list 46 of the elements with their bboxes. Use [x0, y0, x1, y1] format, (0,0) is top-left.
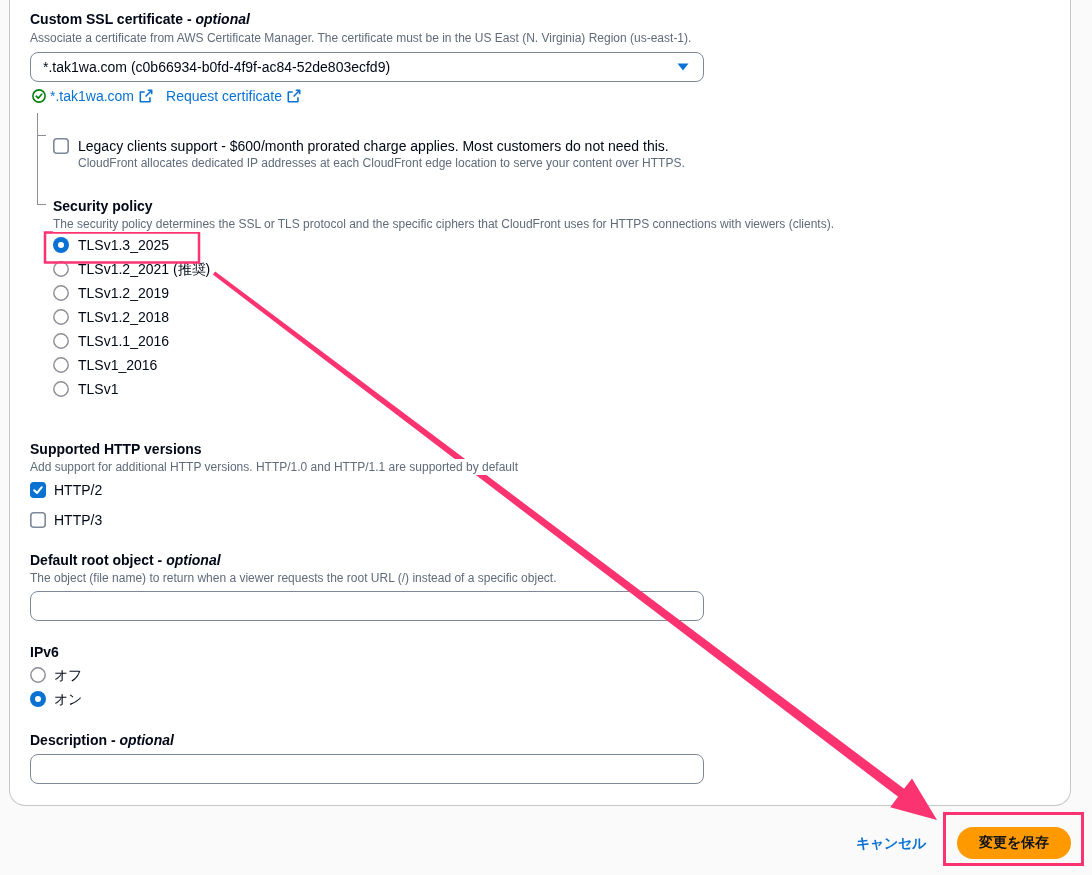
radio-button[interactable]: [53, 309, 69, 325]
field-label: Description - optional: [30, 731, 174, 749]
radio-label: TLSv1.3_2025: [78, 236, 170, 254]
option-description: CloudFront allocates dedicated IP addresses at each CloudFront edge location to serve your content over HTTPS.: [78, 155, 685, 171]
field-description: Associate a certificate from AWS Certificate Manager. The certificate must be in the US East (N. Virginia) Region (us-east-1).: [30, 30, 692, 46]
checkbox-label: HTTP/2: [54, 481, 103, 499]
certificate-link[interactable]: *.tak1wa.com: [50, 87, 154, 105]
radio-button[interactable]: [30, 691, 46, 707]
caret-down-icon: [677, 63, 689, 71]
cancel-button[interactable]: キャンセル: [856, 834, 926, 852]
radio-label: TLSv1: [78, 380, 119, 398]
radio-label: オン: [54, 690, 82, 708]
checkbox[interactable]: [30, 482, 46, 498]
radio-label: TLSv1.2_2019: [78, 284, 170, 302]
radio-button[interactable]: [30, 667, 46, 683]
field-description: The object (file name) to return when a viewer requests the root URL (/) instead of a specific object.: [30, 570, 557, 586]
field-label: IPv6: [30, 643, 59, 661]
radio-label: TLSv1.2_2018: [78, 308, 170, 326]
text-input[interactable]: [30, 754, 704, 784]
radio-button[interactable]: [53, 285, 69, 301]
radio-button[interactable]: [53, 381, 69, 397]
external-link-icon: [287, 89, 301, 103]
field-description: Add support for additional HTTP versions. HTTP/1.0 and HTTP/1.1 are supported by default: [30, 459, 519, 475]
field-label: Default root object - optional: [30, 551, 221, 569]
check-circle-icon: [32, 89, 46, 103]
field-description: The security policy determines the SSL or TLS protocol and the specific ciphers that CloudFront uses for HTTPS connections with viewers (clients).: [53, 216, 834, 232]
radio-label: TLSv1_2016: [78, 356, 158, 374]
field-label: Custom SSL certificate - optional: [30, 10, 250, 28]
field-label: Security policy: [53, 197, 153, 215]
radio-button[interactable]: [53, 261, 69, 277]
radio-label: TLSv1.2_2021 (推奨): [78, 260, 211, 278]
field-label: Supported HTTP versions: [30, 440, 202, 458]
checkbox[interactable]: [53, 138, 69, 154]
text-input[interactable]: [30, 591, 704, 621]
radio-label: TLSv1.1_2016: [78, 332, 170, 350]
checkbox-label: Legacy clients support - $600/month prorated charge applies. Most customers do not need this.: [78, 137, 669, 155]
radio-label: オフ: [54, 666, 82, 684]
checkbox[interactable]: [30, 512, 46, 528]
save-button[interactable]: 変更を保存: [957, 827, 1071, 859]
certificate-select[interactable]: *.tak1wa.com (c0b66934-b0fd-4f9f-ac84-52de803ecfd9): [30, 52, 704, 82]
radio-button[interactable]: [53, 237, 69, 253]
checkbox-label: HTTP/3: [54, 511, 103, 529]
radio-button[interactable]: [53, 333, 69, 349]
radio-button[interactable]: [53, 357, 69, 373]
external-link-icon: [139, 89, 154, 103]
request-certificate-link[interactable]: Request certificate: [166, 87, 301, 105]
